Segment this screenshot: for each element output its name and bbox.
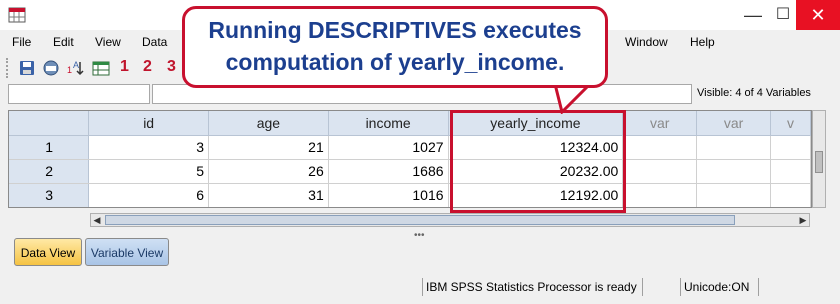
annotation-callout: Running DESCRIPTIVES executes computatio… [182, 6, 608, 88]
cell-id[interactable]: 3 [88, 135, 209, 160]
cell-empty[interactable] [622, 183, 698, 207]
cell-id[interactable]: 5 [88, 159, 209, 184]
row-number[interactable]: 1 [9, 135, 90, 160]
sort-cases-icon[interactable]: 1 A [66, 59, 84, 77]
row-number[interactable]: 2 [9, 159, 90, 184]
status-bar: IBM SPSS Statistics Processor is ready U… [0, 276, 840, 298]
tab-variable-view[interactable]: Variable View [85, 238, 169, 266]
table-row: 2 5 26 1686 20232.00 [9, 159, 811, 184]
vertical-scroll-thumb[interactable] [815, 151, 823, 173]
close-button[interactable]: ✕ [796, 0, 840, 30]
menu-help[interactable]: Help [690, 35, 715, 49]
status-divider [642, 278, 643, 296]
toolbar-number-1: 1 [120, 58, 129, 75]
cell-empty[interactable] [770, 183, 811, 207]
cell-empty[interactable] [622, 159, 698, 184]
grid-corner[interactable] [9, 111, 90, 136]
menu-window[interactable]: Window [625, 35, 668, 49]
menu-file[interactable]: File [12, 35, 31, 49]
toolbar-number-3: 3 [167, 58, 176, 75]
table-row: 3 6 31 1016 12192.00 [9, 183, 811, 207]
cell-income[interactable]: 1686 [328, 159, 449, 184]
column-header-id[interactable]: id [88, 111, 209, 136]
column-header-row: id age income yearly_income var var v [9, 111, 811, 136]
processor-status: IBM SPSS Statistics Processor is ready [426, 280, 637, 294]
cell-age[interactable]: 21 [208, 135, 329, 160]
svg-text:1: 1 [67, 65, 72, 75]
toolbar-grip[interactable] [6, 58, 9, 78]
cell-age[interactable]: 31 [208, 183, 329, 207]
view-tabs: Data View Variable View [0, 234, 840, 268]
maximize-button[interactable]: ☐ [771, 0, 795, 30]
menu-edit[interactable]: Edit [53, 35, 74, 49]
callout-text-line2: computation of yearly_income. [225, 49, 565, 75]
menu-data[interactable]: Data [142, 35, 167, 49]
cell-empty[interactable] [696, 159, 772, 184]
svg-text:A: A [73, 60, 79, 70]
menu-view[interactable]: View [95, 35, 121, 49]
scroll-right-arrow-icon[interactable]: ▶ [797, 214, 809, 226]
horizontal-scrollbar[interactable]: ◀ ▶ [90, 213, 810, 227]
tab-data-view[interactable]: Data View [14, 238, 82, 266]
table-row: 1 3 21 1027 12324.00 [9, 135, 811, 160]
yearly-income-highlight [450, 110, 626, 213]
cell-empty[interactable] [696, 183, 772, 207]
cell-income[interactable]: 1027 [328, 135, 449, 160]
cell-income[interactable]: 1016 [328, 183, 449, 207]
status-divider [680, 278, 681, 296]
cell-empty[interactable] [770, 135, 811, 160]
unicode-status: Unicode:ON [684, 280, 750, 294]
horizontal-scroll-thumb[interactable] [105, 215, 735, 225]
cell-empty[interactable] [696, 135, 772, 160]
column-header-var[interactable]: v [770, 111, 811, 136]
vertical-scrollbar[interactable] [812, 110, 826, 208]
status-divider [758, 278, 759, 296]
data-grid: id age income yearly_income var var v 1 … [8, 110, 812, 208]
column-header-income[interactable]: income [328, 111, 449, 136]
status-divider [422, 278, 423, 296]
cell-empty[interactable] [622, 135, 698, 160]
cell-id[interactable]: 6 [88, 183, 209, 207]
save-icon[interactable] [18, 59, 36, 77]
minimize-button[interactable]: — [735, 0, 771, 30]
spss-data-editor-window: — ☐ ✕ File Edit View Data Window Help 1 … [0, 0, 840, 304]
scroll-left-arrow-icon[interactable]: ◀ [91, 214, 103, 226]
toolbar-number-2: 2 [143, 58, 152, 75]
column-header-var[interactable]: var [622, 111, 698, 136]
column-header-age[interactable]: age [208, 111, 329, 136]
callout-text-line1: Running DESCRIPTIVES executes [208, 17, 582, 43]
print-icon[interactable] [42, 59, 60, 77]
data-table-icon[interactable] [92, 59, 110, 77]
visible-variables-label: Visible: 4 of 4 Variables [697, 87, 811, 99]
cell-empty[interactable] [770, 159, 811, 184]
cell-age[interactable]: 26 [208, 159, 329, 184]
row-number[interactable]: 3 [9, 183, 90, 207]
cell-name-box[interactable] [8, 84, 150, 104]
spss-app-icon [8, 7, 26, 23]
column-header-var[interactable]: var [696, 111, 772, 136]
